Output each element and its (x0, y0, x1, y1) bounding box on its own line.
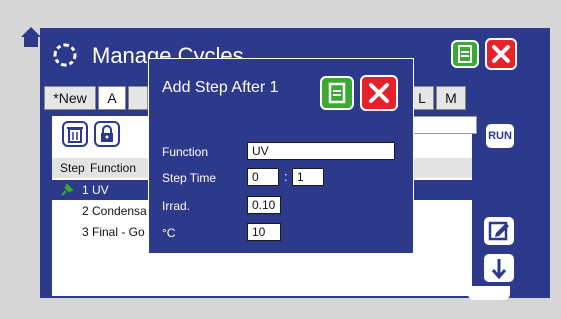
save-icon (320, 76, 354, 110)
temperature-field[interactable]: 10 (247, 223, 281, 241)
tab-new[interactable]: *New (44, 86, 96, 110)
panel-stub (468, 286, 510, 300)
arrow-down-icon (491, 259, 507, 280)
step-time-minutes-field[interactable]: 1 (292, 168, 324, 186)
irrad-label: Irrad. (162, 199, 191, 213)
run-button[interactable]: RUN (484, 122, 516, 150)
row-number: 1 (82, 183, 89, 197)
trash-icon (67, 127, 83, 143)
header-function: Function (90, 161, 137, 175)
close-icon (360, 75, 398, 111)
move-down-button[interactable] (482, 252, 516, 284)
close-button[interactable] (485, 38, 517, 70)
function-field[interactable]: UV (247, 142, 395, 160)
pin-icon (60, 183, 74, 197)
tab-a[interactable]: A (98, 86, 126, 110)
function-label: Function (162, 145, 209, 159)
header-step: Step (60, 161, 85, 175)
lock-icon (101, 125, 113, 142)
home-icon[interactable] (20, 26, 42, 48)
row-number: 3 (82, 225, 89, 239)
dialog-close-button[interactable] (360, 75, 398, 111)
step-time-hours-field[interactable]: 0 (247, 168, 279, 186)
row-function: Condensa (92, 204, 147, 218)
filter-input[interactable] (405, 116, 477, 134)
tab-m[interactable]: M (436, 86, 466, 110)
lock-button[interactable] (94, 121, 120, 147)
step-time-separator: : (284, 169, 288, 184)
temperature-label: °C (162, 226, 176, 240)
row-number: 2 (82, 204, 89, 218)
close-icon (485, 38, 517, 70)
dialog-save-button[interactable] (320, 76, 354, 110)
irrad-field[interactable]: 0.10 (247, 196, 281, 214)
edit-icon (488, 221, 509, 241)
row-function: Final - Go (92, 225, 145, 239)
delete-button[interactable] (62, 121, 88, 147)
cycle-icon (52, 42, 78, 68)
step-time-label: Step Time (162, 171, 217, 185)
row-function: UV (92, 183, 109, 197)
save-icon (451, 40, 479, 68)
save-button[interactable] (451, 40, 479, 68)
tab-b[interactable] (128, 86, 148, 110)
dialog-title: Add Step After 1 (162, 79, 279, 96)
edit-button[interactable] (482, 215, 516, 247)
